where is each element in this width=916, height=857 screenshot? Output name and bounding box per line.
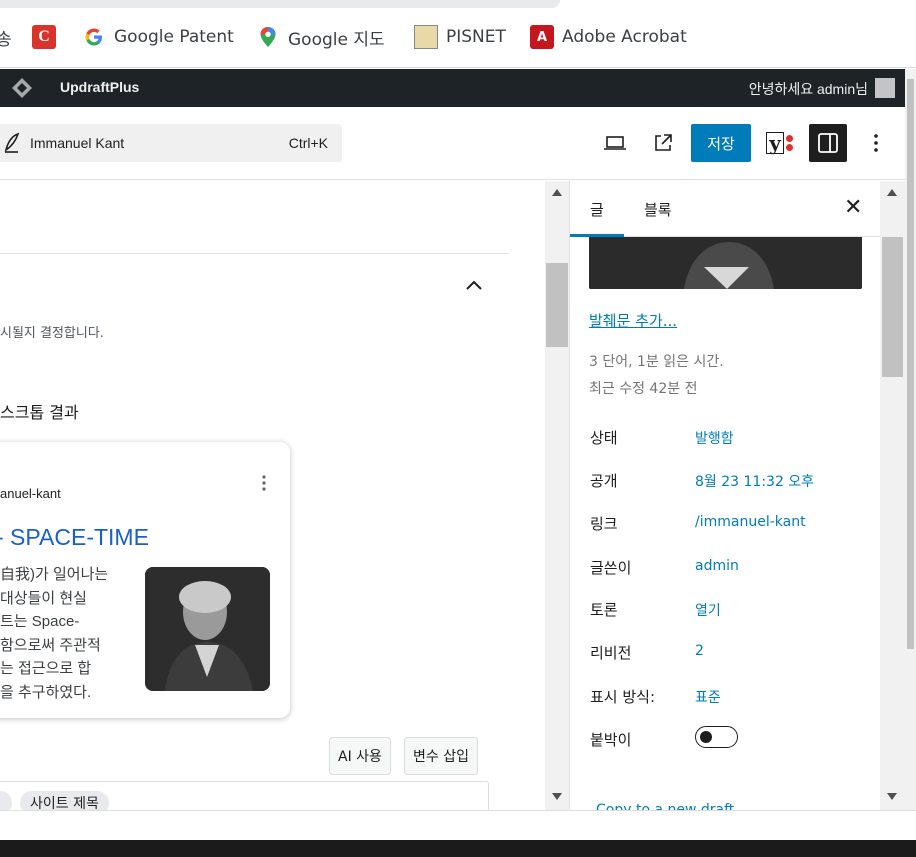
status-label: 상태 [590, 429, 618, 447]
avatar[interactable] [875, 78, 895, 98]
author-value[interactable]: admin [695, 558, 739, 574]
preview-heading: 스크톱 결과 [0, 403, 79, 422]
adobe-acrobat-icon: A [530, 25, 554, 49]
scroll-down-arrow-icon[interactable] [552, 793, 562, 800]
settings-panel-toggle[interactable] [809, 124, 847, 162]
bookmark-label: Google Patent [114, 27, 234, 47]
preview-title[interactable]: - SPACE-TIME [0, 524, 149, 551]
c-logo-icon: C [32, 25, 56, 49]
scroll-up-arrow-icon[interactable] [552, 189, 562, 196]
page-scrollbar-thumb[interactable] [907, 79, 914, 649]
snippet-line: 트는 Space- [0, 613, 80, 630]
google-maps-pin-icon [256, 25, 280, 49]
bookmark-adobe-acrobat[interactable]: A Adobe Acrobat [530, 23, 687, 51]
toggle-knob [700, 731, 712, 743]
link-label: 링크 [590, 515, 618, 533]
divider [0, 253, 509, 254]
bookmark-label: Adobe Acrobat [562, 27, 687, 47]
bookmark-c[interactable]: C [32, 23, 64, 51]
bookmark-label: PISNET [446, 27, 506, 47]
chevron-up-icon[interactable] [464, 277, 484, 296]
tab-block[interactable]: 블록 [644, 199, 672, 220]
updraftplus-menu[interactable]: UpdraftPlus [60, 79, 139, 95]
snippet-line: 는 접근으로 합 [0, 660, 92, 677]
pisnet-icon [414, 25, 438, 49]
word-count: 3 단어, 1분 읽은 시간. [589, 354, 724, 370]
format-label: 표시 방식: [590, 688, 656, 706]
scrollbar-thumb[interactable] [546, 263, 568, 347]
featured-image[interactable] [589, 237, 862, 289]
format-value[interactable]: 표준 [695, 687, 721, 707]
scroll-down-arrow-icon[interactable] [887, 793, 897, 800]
tab-post[interactable]: 글 [590, 199, 604, 220]
preview-snippet: 自我)가 일어나는 대상들이 현실 트는 Space- 함으로써 주관적 는 접… [0, 563, 118, 704]
editor-header: Immanuel Kant Ctrl+K 저장 y [0, 107, 905, 180]
portrait-thumbnail [145, 567, 270, 691]
editor-canvas: 시될지 결정합니다. 스크톱 결과 anuel-kant - SPACE-TIM… [0, 181, 509, 810]
scrollbar-thumb[interactable] [882, 237, 903, 377]
snippet-line: 대상들이 현실 [0, 589, 87, 607]
author-label: 글쓴이 [590, 559, 632, 577]
ai-use-button[interactable]: AI 사용 [329, 737, 391, 775]
command-palette[interactable]: Immanuel Kant Ctrl+K [0, 124, 342, 162]
search-preview-card: anuel-kant - SPACE-TIME 自我)가 일어나는 대상들이 현… [0, 442, 290, 718]
yoast-seo-icon[interactable]: y [762, 124, 796, 162]
wp-logo-icon[interactable] [4, 77, 32, 99]
sidebar-tabs: 글 블록 ✕ [570, 181, 880, 237]
sticky-label: 붙박이 [590, 731, 632, 749]
last-edited: 최근 수정 42분 전 [589, 381, 698, 397]
bookmark-google-patent[interactable]: Google Patent [82, 23, 234, 51]
sticky-toggle[interactable] [695, 726, 738, 748]
editor-footer [0, 810, 916, 840]
section-description: 시될지 결정합니다. [0, 326, 104, 341]
bookmark-label: 송 [0, 29, 12, 50]
settings-sidebar: 글 블록 ✕ 발췌문 추가... 3 단어, 1분 읽은 시간. 최근 수정 4… [569, 181, 880, 810]
tab-strip [0, 0, 560, 8]
publish-label: 공개 [590, 472, 618, 490]
preview-slug: anuel-kant [0, 486, 61, 501]
scroll-up-arrow-icon[interactable] [887, 189, 897, 196]
bookmark-truncated[interactable]: 송 [0, 23, 12, 51]
discussion-value[interactable]: 열기 [695, 600, 721, 620]
more-options-icon[interactable] [862, 124, 890, 162]
copy-to-draft-link[interactable]: Copy to a new draft [596, 802, 734, 810]
discussion-label: 토론 [590, 601, 618, 619]
view-post-external-icon[interactable] [648, 124, 678, 162]
close-icon[interactable]: ✕ [844, 197, 862, 219]
shortcut-hint: Ctrl+K [288, 135, 328, 151]
page-scrollbar[interactable] [905, 69, 916, 840]
revisions-label: 리비전 [590, 644, 632, 662]
publish-date-value[interactable]: 8월 23 11:32 오후 [695, 471, 814, 491]
bookmark-google-maps[interactable]: Google 지도 [256, 23, 385, 51]
preview-device-icon[interactable] [600, 124, 630, 162]
snippet-line: 을 추구하였다. [0, 683, 92, 701]
variable-tag-site-title[interactable]: 사이트 제목 [20, 791, 109, 810]
greeting[interactable]: 안녕하세요 admin님 [749, 79, 868, 99]
snippet-line: 함으로써 주관적 [0, 636, 101, 654]
sidebar-icon [818, 133, 838, 153]
bookmark-label: Google 지도 [288, 29, 385, 50]
sidebar-scrollbar[interactable] [880, 181, 905, 810]
snippet-line: 自我)가 일어나는 [0, 566, 109, 583]
add-excerpt-link[interactable]: 발췌문 추가... [589, 310, 677, 331]
main-scrollbar[interactable] [545, 181, 569, 810]
taskbar-strip [0, 840, 916, 857]
insert-variable-button[interactable]: 변수 삽입 [404, 737, 478, 775]
status-value[interactable]: 발행함 [695, 428, 734, 448]
doc-title: Immanuel Kant [30, 135, 125, 151]
wp-admin-bar: UpdraftPlus 안녕하세요 admin님 [0, 69, 905, 107]
permalink-value[interactable]: /immanuel-kant [695, 514, 806, 530]
bookmark-pisnet[interactable]: PISNET [414, 23, 506, 51]
active-tab-indicator [570, 234, 624, 237]
post-icon [2, 132, 22, 158]
revisions-value[interactable]: 2 [695, 643, 704, 659]
kebab-menu-icon[interactable] [262, 475, 266, 495]
yoast-traffic-light [785, 135, 793, 151]
bookmarks-bar: 송 C Google Patent Google 지도 PISNET A Ado… [0, 0, 916, 68]
save-button[interactable]: 저장 [691, 124, 751, 162]
yoast-label: y [766, 132, 784, 154]
google-g-icon [82, 25, 106, 49]
